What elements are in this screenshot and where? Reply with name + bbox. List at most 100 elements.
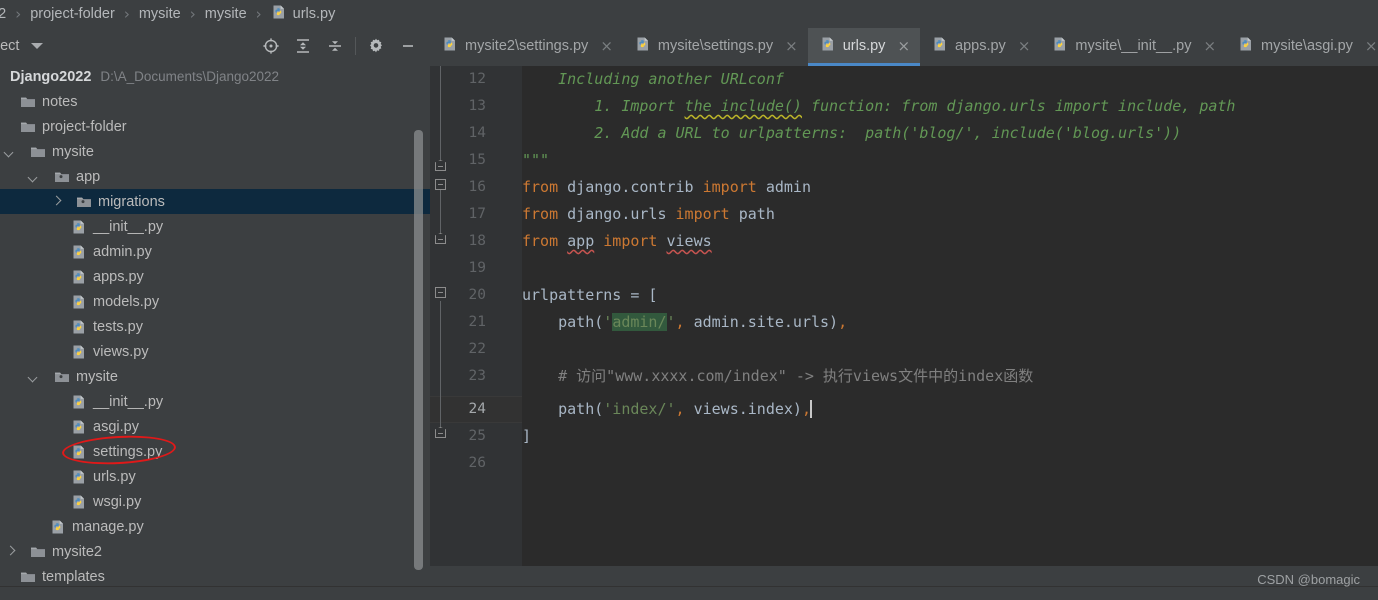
chevron-right-icon[interactable]: [4, 545, 17, 558]
tree-item-label: migrations: [98, 193, 165, 210]
close-icon[interactable]: ×: [1018, 37, 1031, 55]
toolbar-divider: [355, 37, 356, 55]
chevron-down-icon[interactable]: [31, 43, 44, 49]
tree-item-notes[interactable]: notes: [0, 89, 430, 114]
chevron-right-icon[interactable]: [50, 195, 63, 208]
code-line-20: urlpatterns = [: [522, 286, 658, 304]
close-icon[interactable]: ×: [897, 37, 910, 55]
line-number-current: 24: [468, 401, 486, 417]
tree-item-label: apps.py: [93, 268, 144, 285]
tree-item-models-py[interactable]: models.py: [0, 289, 430, 314]
breadcrumb: 022 › project-folder › mysite › mysite ›…: [0, 0, 1378, 28]
line-number: 15: [468, 152, 486, 168]
tree-item-views-py[interactable]: views.py: [0, 339, 430, 364]
tree-item-label: settings.py: [93, 443, 163, 460]
python-file-icon: [271, 4, 287, 24]
breadcrumb-label: project-folder: [30, 6, 115, 22]
chevron-down-icon[interactable]: [4, 145, 17, 158]
status-bar: [0, 586, 1378, 600]
line-number: 23: [468, 368, 486, 384]
close-icon[interactable]: ×: [600, 37, 613, 55]
line-number: 22: [468, 341, 486, 357]
project-toolbar: [255, 31, 430, 61]
tree-item-mysite-init[interactable]: __init__.py: [0, 389, 430, 414]
tree-item-label: mysite: [76, 368, 118, 385]
tree-item-tests-py[interactable]: tests.py: [0, 314, 430, 339]
tree-item-urls-py[interactable]: urls.py: [0, 464, 430, 489]
tree-item-mysite-folder[interactable]: mysite: [0, 139, 430, 164]
tree-item-apps-py[interactable]: apps.py: [0, 264, 430, 289]
python-file-icon: [71, 269, 87, 285]
python-file-icon: [71, 319, 87, 335]
tree-item-templates[interactable]: templates: [0, 564, 430, 586]
tree-item-label: notes: [42, 93, 78, 110]
settings-gear-icon[interactable]: [360, 31, 392, 61]
tree-item-project-folder[interactable]: project-folder: [0, 114, 430, 139]
tree-item-label: tests.py: [93, 318, 143, 335]
tree-item-mysite-module[interactable]: mysite: [0, 364, 430, 389]
tab-apps[interactable]: apps.py ×: [920, 28, 1040, 66]
tree-root[interactable]: Django2022 D:\A_Documents\Django2022: [0, 64, 430, 89]
close-icon[interactable]: ×: [785, 37, 798, 55]
breadcrumb-item-2[interactable]: mysite: [139, 6, 181, 22]
tab-label: mysite\asgi.py: [1261, 37, 1353, 54]
editor-fold-strip[interactable]: [500, 66, 522, 566]
editor-bottom-strip: [430, 566, 1378, 586]
code-editor[interactable]: 12 13 14 15 16 17 18 19 20 21 22 23 24 2…: [430, 66, 1378, 566]
chevron-down-icon[interactable]: [28, 370, 41, 383]
line-number: 12: [468, 71, 486, 87]
tab-mysite-settings[interactable]: mysite\settings.py ×: [623, 28, 808, 66]
breadcrumb-separator: ›: [189, 5, 196, 23]
python-file-icon: [71, 219, 87, 235]
tab-urls[interactable]: urls.py ×: [807, 28, 921, 66]
select-opened-file-icon[interactable]: [255, 31, 287, 61]
tab-mysite2-settings[interactable]: mysite2\settings.py ×: [430, 28, 623, 66]
tree-item-app[interactable]: app: [0, 164, 430, 189]
python-file-icon: [71, 394, 87, 410]
python-file-icon: [932, 36, 948, 56]
hide-panel-icon[interactable]: [392, 31, 424, 61]
module-folder-icon: [54, 170, 70, 184]
tab-mysite-init[interactable]: mysite\__init__.py ×: [1040, 28, 1226, 66]
line-number: 20: [468, 287, 486, 303]
code-line-13: 1. Import the include() function: from d…: [522, 97, 1236, 115]
breadcrumb-item-0[interactable]: 022: [0, 6, 6, 22]
close-icon[interactable]: ×: [1365, 37, 1378, 55]
tree-item-manage-py[interactable]: manage.py: [0, 514, 430, 539]
chevron-down-icon[interactable]: [28, 170, 41, 183]
python-file-icon: [71, 419, 87, 435]
breadcrumb-item-4[interactable]: urls.py: [271, 4, 335, 24]
folder-icon: [30, 145, 46, 159]
line-number: 26: [468, 455, 486, 471]
tree-scrollbar[interactable]: [414, 130, 423, 570]
tree-item-settings-py[interactable]: settings.py: [0, 439, 430, 464]
python-file-icon: [71, 444, 87, 460]
tree-item-admin-py[interactable]: admin.py: [0, 239, 430, 264]
tree-item-wsgi-py[interactable]: wsgi.py: [0, 489, 430, 514]
tree-item-migrations[interactable]: migrations: [0, 189, 430, 214]
breadcrumb-item-1[interactable]: project-folder: [30, 6, 115, 22]
tree-item-asgi-py[interactable]: asgi.py: [0, 414, 430, 439]
python-file-icon: [71, 494, 87, 510]
tree-item-mysite2[interactable]: mysite2: [0, 539, 430, 564]
code-text-area[interactable]: Including another URLconf 1. Import the …: [522, 66, 1378, 566]
tab-mysite-asgi[interactable]: mysite\asgi.py ×: [1226, 28, 1378, 66]
text-caret: [810, 400, 812, 418]
code-line-12: Including another URLconf: [522, 70, 784, 88]
project-tree: Django2022 D:\A_Documents\Django2022 not…: [0, 64, 430, 586]
tab-label: urls.py: [842, 37, 886, 54]
collapse-all-icon[interactable]: [319, 31, 351, 61]
line-number: 21: [468, 314, 486, 330]
breadcrumb-item-3[interactable]: mysite: [205, 6, 247, 22]
code-line-25: ]: [522, 427, 532, 445]
tree-root-label: Django2022: [10, 68, 92, 85]
line-number: 17: [468, 206, 486, 222]
tree-item-app-init[interactable]: __init__.py: [0, 214, 430, 239]
expand-all-icon[interactable]: [287, 31, 319, 61]
close-icon[interactable]: ×: [1203, 37, 1216, 55]
code-line-14: 2. Add a URL to urlpatterns: path('blog/…: [522, 124, 1182, 142]
tree-item-label: __init__.py: [93, 218, 164, 235]
python-file-icon: [71, 244, 87, 260]
